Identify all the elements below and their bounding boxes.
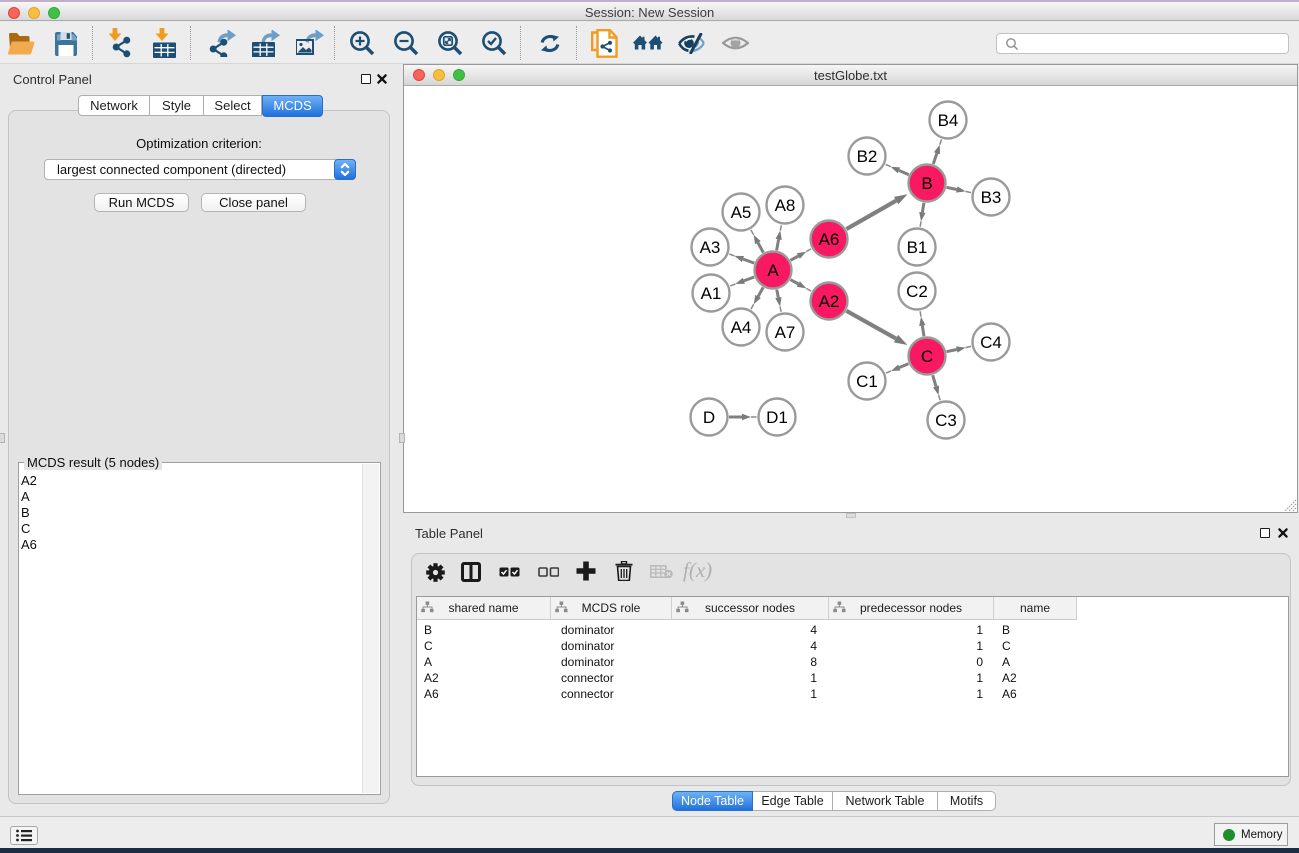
svg-text:B2: B2	[857, 147, 878, 166]
svg-text:B3: B3	[981, 188, 1002, 207]
svg-text:A8: A8	[775, 196, 796, 215]
svg-text:A6: A6	[819, 230, 840, 249]
svg-text:C3: C3	[935, 411, 957, 430]
svg-text:B1: B1	[907, 238, 928, 257]
svg-text:A4: A4	[731, 318, 752, 337]
svg-text:A: A	[767, 261, 779, 280]
svg-text:C1: C1	[856, 372, 878, 391]
svg-text:A2: A2	[819, 292, 840, 311]
svg-text:B: B	[921, 174, 932, 193]
svg-text:D1: D1	[766, 408, 788, 427]
svg-text:A3: A3	[700, 238, 721, 257]
svg-text:A1: A1	[701, 284, 722, 303]
svg-text:A5: A5	[731, 203, 752, 222]
svg-text:D: D	[703, 408, 715, 427]
svg-text:C: C	[921, 347, 933, 366]
svg-text:B4: B4	[938, 111, 959, 130]
svg-text:C2: C2	[906, 282, 928, 301]
svg-text:A7: A7	[775, 323, 796, 342]
svg-text:C4: C4	[980, 333, 1002, 352]
